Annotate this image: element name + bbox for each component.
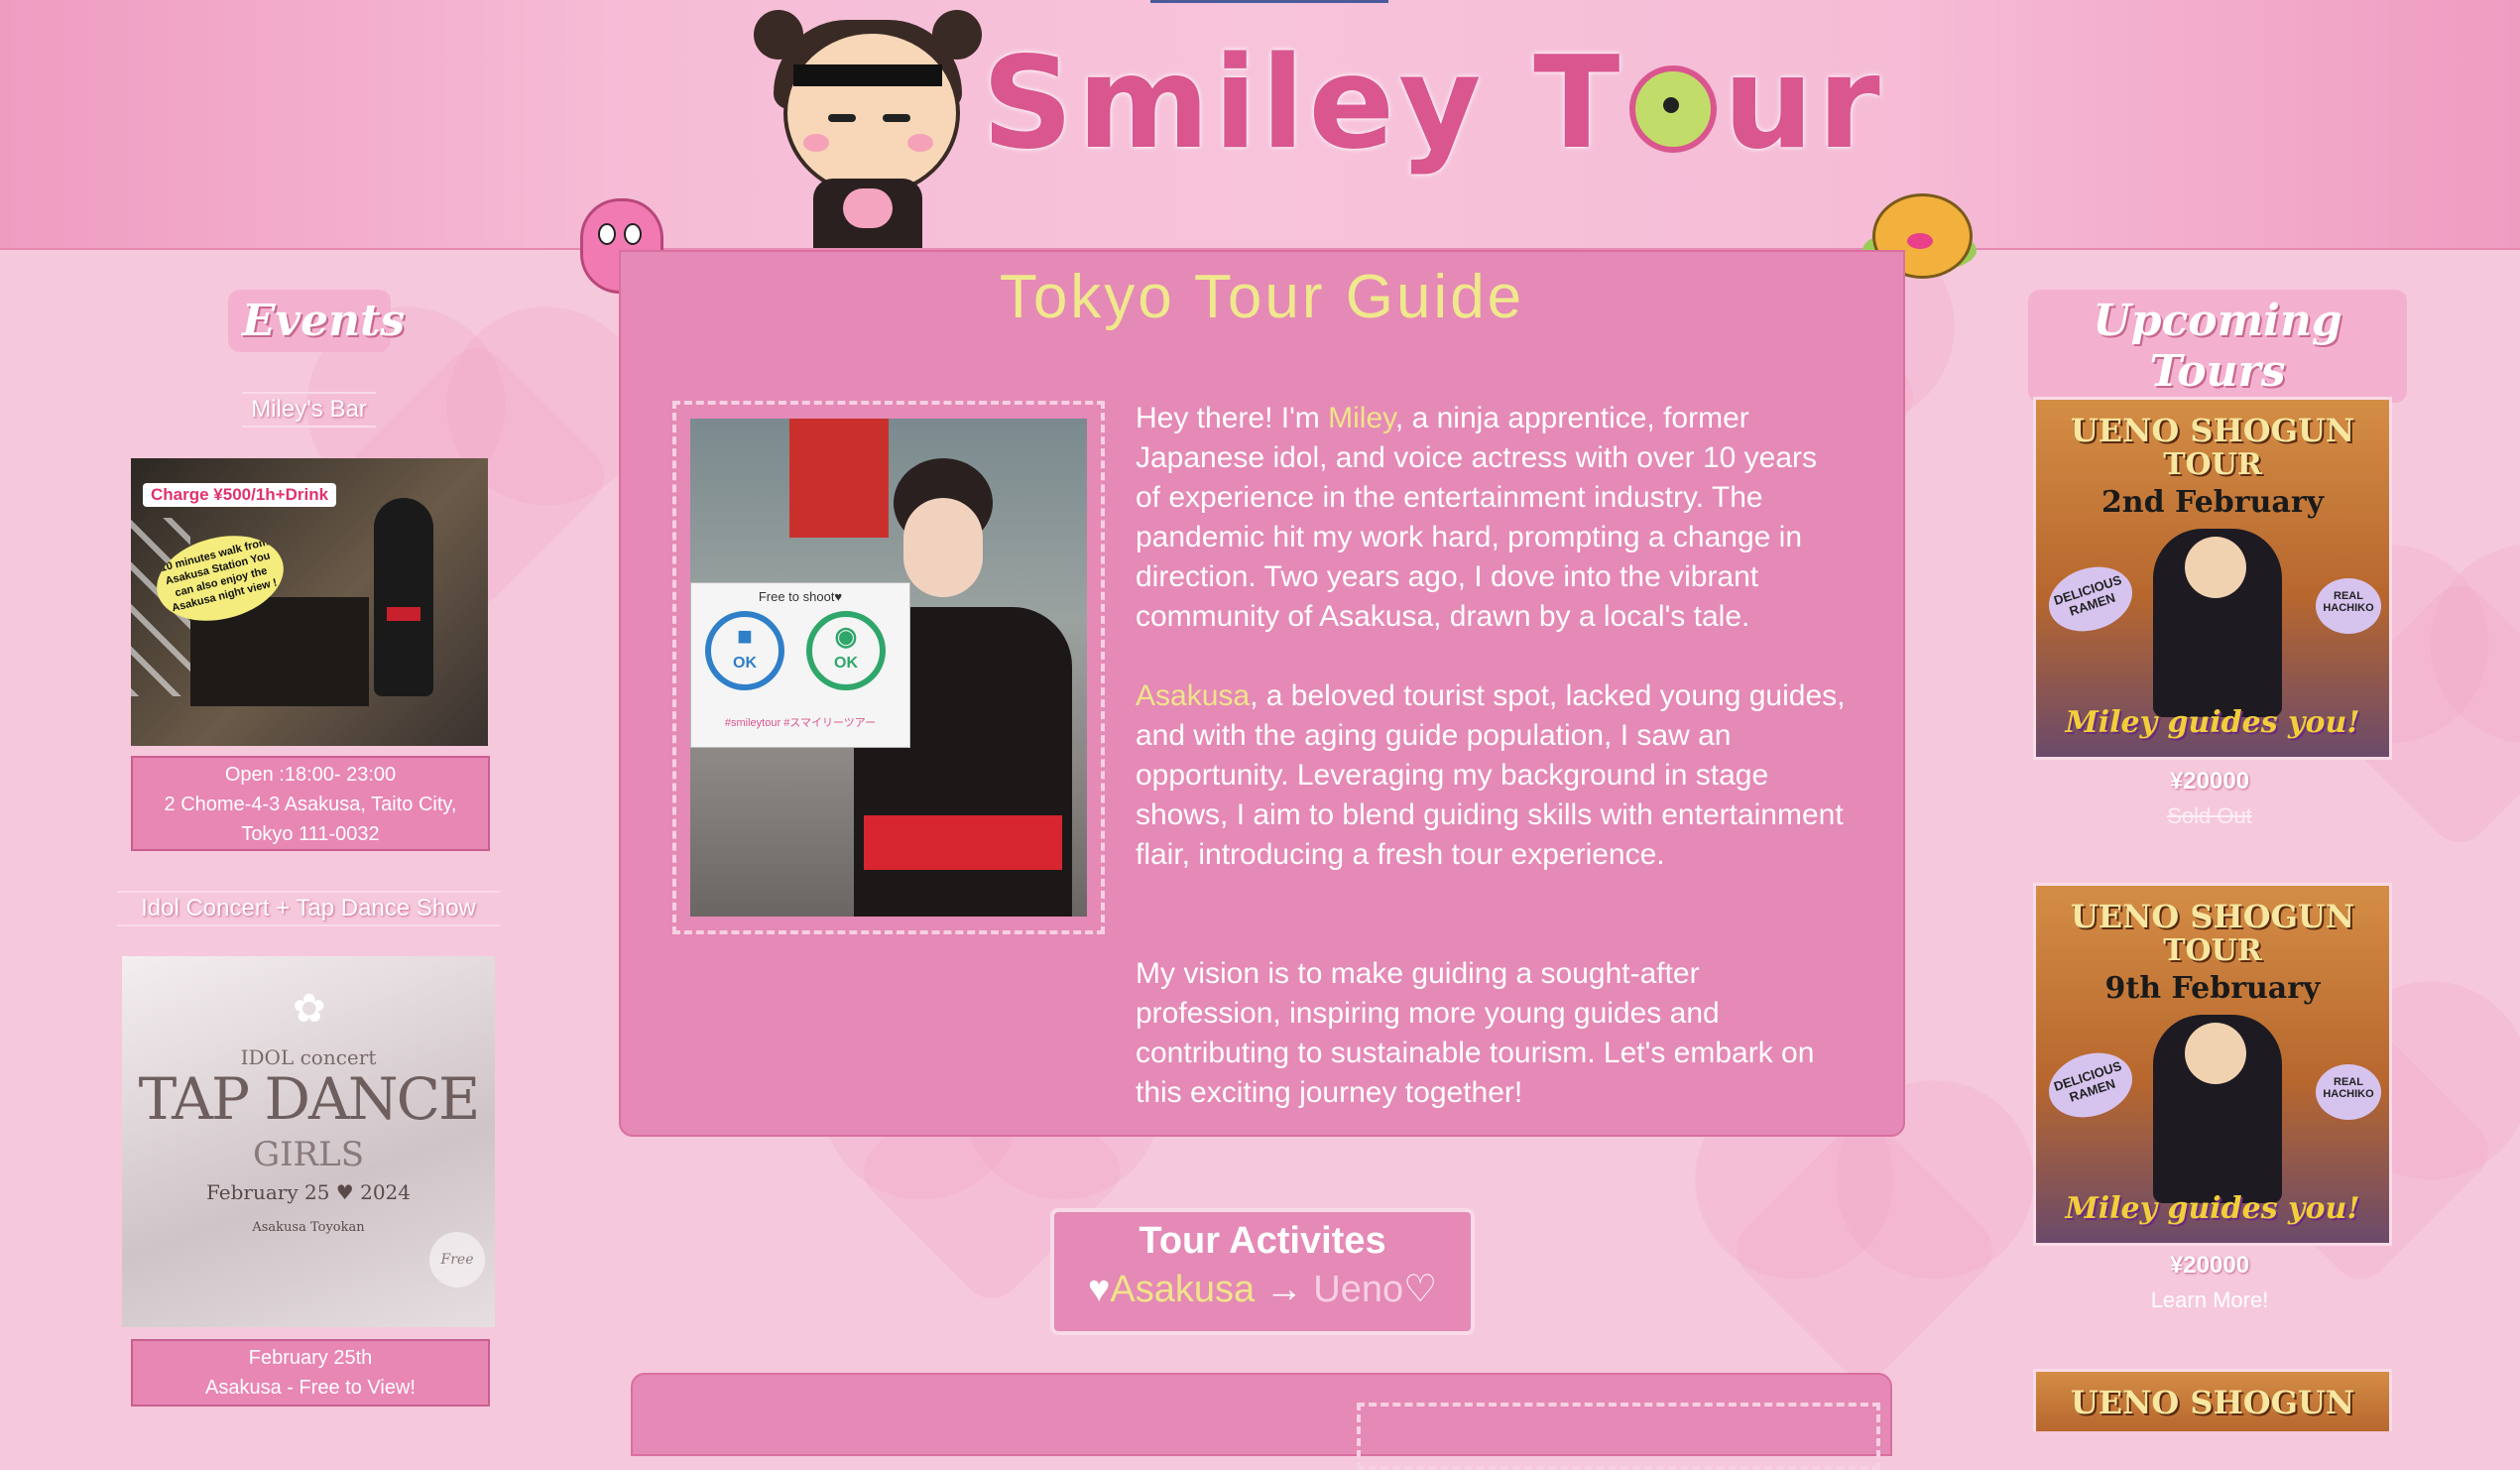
tour-date-1: 2nd February: [2100, 485, 2325, 520]
poster-flower-icon: ✿: [293, 986, 326, 1032]
tour-learn-more-link[interactable]: Learn More!: [2033, 1287, 2386, 1313]
route-to: Ueno: [1313, 1269, 1404, 1310]
tour-card-9th-february[interactable]: UENO SHOGUN TOUR 9th February DELICIOUS …: [2033, 883, 2392, 1246]
sign-hashtag: #smileytour #スマイリーツアー: [724, 717, 877, 729]
guide-photo-frame: Free to shoot♥ ■ OK ◉ OK #smileytour #スマイリ…: [672, 401, 1105, 934]
tour-card-3[interactable]: UENO SHOGUN: [2033, 1369, 2392, 1431]
tour-card-2nd-february[interactable]: UENO SHOGUN TOUR 2nd February DELICIOUS …: [2033, 397, 2392, 760]
tour-date-2: 9th February: [2104, 971, 2321, 1006]
arrow-icon: →: [1264, 1269, 1303, 1310]
poster-free-stamp: Free: [429, 1232, 485, 1287]
mileys-bar-info: Open :18:00- 23:00 2 Chome-4-3 Asakusa, …: [131, 756, 490, 851]
intro-paragraph-2: Asakusa, a beloved tourist spot, lacked …: [1136, 679, 1846, 871]
tour-activities-title: Tour Activites: [1139, 1220, 1386, 1262]
tour-tagline-1: Miley guides you!: [2065, 705, 2360, 740]
heart-outline-icon: ♡: [1403, 1269, 1438, 1310]
guide-photo: Free to shoot♥ ■ OK ◉ OK #smileytour #スマイリ…: [690, 419, 1087, 917]
idol-concert-poster[interactable]: ✿ IDOL concert TAP DANCE GIRLS February …: [122, 956, 495, 1327]
tour-title-1: UENO SHOGUN: [2070, 898, 2355, 935]
logo-text-right: ur: [1723, 30, 1884, 178]
route-from: Asakusa: [1110, 1269, 1256, 1310]
sign-title: Free to shoot♥: [758, 589, 843, 604]
heart-filled-icon: ♥: [1087, 1269, 1111, 1310]
asakusa-highlight: Asakusa: [1136, 679, 1251, 712]
idol-concert-info: February 25th Asakusa - Free to View!: [131, 1339, 490, 1407]
site-header: Smiley T ur: [0, 0, 2520, 250]
tour-price-2: ¥20000: [2169, 1252, 2250, 1279]
tour-guide-title: Tokyo Tour Guide: [999, 263, 1525, 331]
tour-guide-card: Tokyo Tour Guide Free to shoot♥ ■ OK ◉ OK …: [619, 250, 1905, 1137]
tour-title-3: UENO SHOGUN: [2070, 1384, 2355, 1421]
intro-paragraph-3: My vision is to make guiding a sought-af…: [1136, 957, 1815, 1109]
tour-price-1: ¥20000: [2169, 768, 2250, 795]
event-title-mileys-bar[interactable]: Miley's Bar: [242, 392, 376, 428]
site-logo-title[interactable]: Smiley T ur: [982, 30, 1884, 179]
tour-title-1: UENO SHOGUN: [2070, 412, 2355, 449]
events-heading: Events: [228, 290, 405, 352]
camera-ok-icon: ◉ OK: [806, 611, 886, 690]
concert-date: February 25th: [248, 1347, 373, 1369]
bird-o-icon: [1629, 65, 1718, 153]
poster-date: February 25 ♥ 2024: [206, 1180, 411, 1204]
guide-name-highlight: Miley: [1328, 402, 1395, 434]
tour-title-2: TOUR: [2163, 933, 2262, 968]
bar-address-1: 2 Chome-4-3 Asakusa, Taito City,: [164, 794, 457, 815]
logo-text-left: Smiley T: [982, 30, 1624, 178]
mileys-bar-image[interactable]: Charge ¥500/1h+Drink 10 minutes walk fro…: [131, 458, 488, 746]
event-title-idol-concert[interactable]: Idol Concert + Tap Dance Show: [117, 891, 500, 926]
next-section-photo-frame: [1357, 1403, 1880, 1470]
bar-charge-badge: Charge ¥500/1h+Drink: [143, 483, 337, 507]
poster-line2: TAP DANCE: [138, 1065, 481, 1133]
tour-activities-box[interactable]: Tour Activites ♥Asakusa → Ueno♡: [1050, 1208, 1475, 1335]
tour-title-2: TOUR: [2163, 447, 2262, 482]
poster-venue: Asakusa Toyokan: [252, 1220, 365, 1235]
tour-bubble-hachiko-1: REAL HACHIKO: [2316, 578, 2381, 634]
concert-location: Asakusa - Free to View!: [205, 1377, 416, 1399]
upcoming-tours-heading: Upcoming Tours: [2028, 290, 2407, 403]
miley-mascot-logo[interactable]: [754, 10, 982, 248]
bar-address-2: Tokyo 111-0032: [241, 823, 380, 845]
bar-hours: Open :18:00- 23:00: [224, 764, 397, 786]
tour-tagline-2: Miley guides you!: [2065, 1191, 2360, 1226]
tour-bubble-hachiko-2: REAL HACHIKO: [2316, 1064, 2381, 1120]
video-ok-icon: ■ OK: [705, 611, 784, 690]
tour-route: ♥Asakusa → Ueno♡: [1054, 1267, 1471, 1311]
next-section-card: [631, 1373, 1892, 1470]
tour-status-sold-out: Sold Out: [2167, 803, 2252, 828]
free-to-shoot-sign: Free to shoot♥ ■ OK ◉ OK #smileytour #スマイリ…: [690, 582, 910, 748]
poster-line3: GIRLS: [252, 1135, 365, 1174]
scroll-indicator: [1150, 0, 1388, 3]
intro-paragraph-1: Hey there! I'm Miley, a ninja apprentice…: [1136, 402, 1818, 633]
